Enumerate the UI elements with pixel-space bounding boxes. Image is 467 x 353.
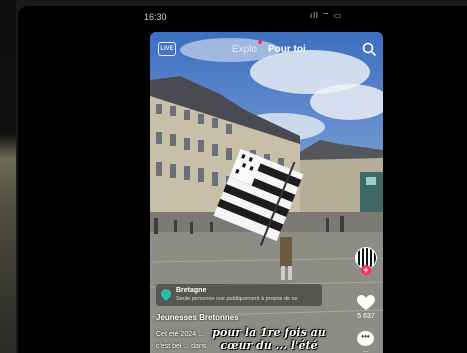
location-name: Bretagne (176, 287, 207, 294)
adjacent-video-preview[interactable] (0, 0, 16, 353)
status-bar: 16:30 ıll ⌔ ▭ (18, 6, 467, 26)
location-subtitle: Seule personne vue publiquement à propos… (176, 296, 298, 302)
tab-for-you[interactable]: Pour toi (268, 44, 306, 55)
video-overlay-text: pour la 1re fois au cœur du ... l'été (212, 326, 326, 352)
tiktok-phone-screen[interactable]: LIVE Explo Pour toi + 5 637 ••• ... Bret… (150, 32, 383, 353)
status-icons: ıll ⌔ ▭ (310, 11, 343, 20)
follow-plus-icon[interactable]: + (361, 265, 371, 275)
video-card: 16:30 ıll ⌔ ▭ LIVE Explo Pour toi + 5 63… (18, 6, 467, 353)
notification-dot (258, 40, 262, 44)
location-tag[interactable]: Bretagne Seule personne vue publiquement… (156, 284, 322, 306)
tab-explore[interactable]: Explo (232, 44, 257, 55)
creator-username[interactable]: Jeunesses Bretonnes (156, 313, 239, 322)
search-icon[interactable] (362, 42, 376, 56)
status-time: 16:30 (144, 12, 167, 22)
like-count: 5 637 (357, 313, 375, 320)
location-pin-icon (158, 286, 174, 302)
heart-icon[interactable] (357, 295, 375, 311)
comment-count: ... (363, 347, 369, 353)
live-icon[interactable]: LIVE (158, 42, 176, 56)
top-navigation: LIVE Explo Pour toi (150, 32, 383, 66)
comment-icon[interactable]: ••• (357, 331, 374, 346)
